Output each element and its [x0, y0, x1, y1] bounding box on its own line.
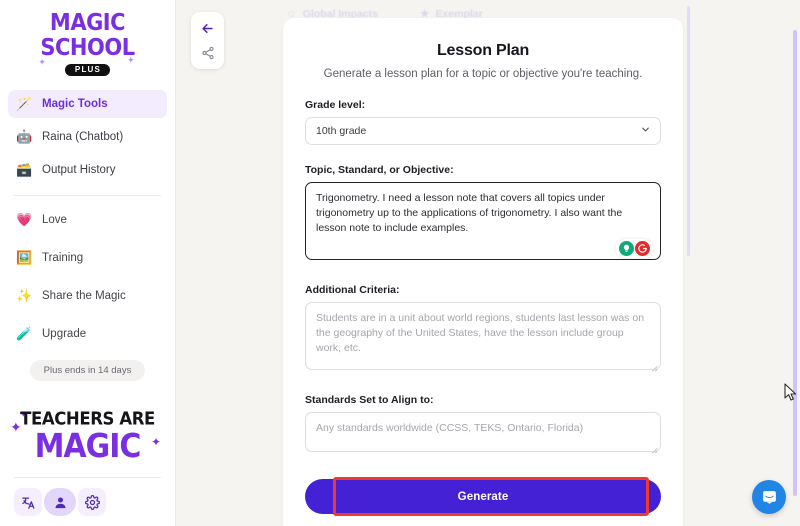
- standards-field: Standards Set to Align to:: [305, 394, 661, 457]
- grade-level-field: Grade level: 10th grade: [305, 99, 661, 145]
- sparkle-icon: ✨: [16, 288, 33, 303]
- logo-line-1: MAGIC: [49, 8, 126, 36]
- secondary-nav: 💗 Love 🖼️ Training ✨ Share the Magic 🧪 U…: [0, 206, 175, 358]
- sidebar-item-label: Upgrade: [42, 328, 87, 340]
- heart-icon: 💗: [16, 212, 33, 227]
- main-content: ☺ Global Impacts ★ Exemplar Lesson Plan …: [176, 0, 800, 526]
- grade-level-select[interactable]: 10th grade: [305, 117, 661, 145]
- topic-field: Topic, Standard, or Objective:: [305, 164, 661, 265]
- brand-logo[interactable]: ✦ ✦ MAGIC SCHOOL PLUS: [0, 0, 175, 86]
- page-title: Lesson Plan: [436, 42, 530, 59]
- lesson-plan-card: Lesson Plan Generate a lesson plan for a…: [283, 18, 683, 526]
- sidebar-item-training[interactable]: 🖼️ Training: [8, 244, 167, 272]
- footer-divider: [14, 477, 161, 478]
- additional-criteria-label: Additional Criteria:: [305, 284, 400, 296]
- chat-smile-icon: [764, 495, 774, 498]
- additional-criteria-input[interactable]: [305, 302, 661, 370]
- teachers-are-magic-promo: ✦ ✦ ✦ TEACHERS ARE MAGIC: [0, 408, 175, 466]
- sidebar-item-raina-chatbot[interactable]: 🤖 Raina (Chatbot): [8, 123, 167, 151]
- editor-assistant-badges: [616, 239, 653, 258]
- app-root: ✦ ✦ MAGIC SCHOOL PLUS 🪄 Magic Tools 🤖 Ra…: [0, 0, 800, 526]
- account-icon[interactable]: [44, 488, 76, 516]
- generate-button[interactable]: Generate: [305, 479, 661, 514]
- sidebar-item-label: Share the Magic: [42, 290, 126, 302]
- sidebar-item-label: Training: [42, 252, 84, 264]
- sidebar-item-label: Output History: [42, 164, 116, 176]
- page-scrollbar[interactable]: [792, 0, 798, 526]
- sidebar-divider: [14, 195, 161, 196]
- plus-expiry-badge: Plus ends in 14 days: [29, 360, 146, 381]
- settings-gear-icon[interactable]: [78, 488, 106, 516]
- additional-criteria-field: Additional Criteria:: [305, 284, 661, 375]
- grammarly-icon[interactable]: [635, 241, 650, 256]
- generate-button-wrap: Generate: [305, 477, 661, 516]
- sidebar-item-magic-tools[interactable]: 🪄 Magic Tools: [8, 90, 167, 118]
- logo-line-2: SCHOOL: [40, 33, 135, 61]
- standards-input[interactable]: [305, 412, 661, 452]
- easel-icon: 🖼️: [16, 250, 33, 265]
- lightbulb-suggestion-icon[interactable]: [619, 241, 634, 256]
- sidebar-item-love[interactable]: 💗 Love: [8, 206, 167, 234]
- page-subtitle: Generate a lesson plan for a topic or ob…: [323, 68, 643, 80]
- translate-icon[interactable]: [14, 488, 42, 516]
- sidebar-footer: [0, 477, 175, 526]
- sidebar-item-label: Raina (Chatbot): [42, 131, 124, 143]
- promo-line-1: TEACHERS ARE: [20, 408, 155, 429]
- plus-badge-wrap: Plus ends in 14 days: [0, 360, 175, 381]
- topic-input[interactable]: [305, 182, 661, 260]
- share-icon[interactable]: [198, 43, 218, 63]
- sidebar-item-share-the-magic[interactable]: ✨ Share the Magic: [8, 282, 167, 310]
- sidebar-item-label: Love: [42, 214, 67, 226]
- promo-line-2: MAGIC: [34, 427, 142, 466]
- standards-label: Standards Set to Align to:: [305, 394, 434, 406]
- nav-action-card: [191, 12, 224, 69]
- chat-widget-button[interactable]: [752, 480, 786, 514]
- potion-icon: 🧪: [16, 326, 33, 341]
- magic-wand-icon: 🪄: [16, 96, 33, 111]
- page-scrollbar-thumb[interactable]: [793, 30, 797, 496]
- sidebar-item-label: Magic Tools: [42, 98, 108, 110]
- sidebar-item-output-history[interactable]: 🗃️ Output History: [8, 156, 167, 184]
- back-arrow-icon[interactable]: [198, 18, 218, 38]
- card-scrollbar-thumb[interactable]: [687, 6, 690, 256]
- sidebar-item-upgrade[interactable]: 🧪 Upgrade: [8, 320, 167, 348]
- grade-level-label: Grade level:: [305, 99, 366, 111]
- primary-nav: 🪄 Magic Tools 🤖 Raina (Chatbot) 🗃️ Outpu…: [0, 86, 175, 189]
- robot-icon: 🤖: [16, 129, 33, 144]
- topic-label: Topic, Standard, or Objective:: [305, 164, 454, 176]
- archive-icon: 🗃️: [16, 162, 33, 177]
- logo-plus-badge: PLUS: [64, 64, 111, 76]
- sidebar: ✦ ✦ MAGIC SCHOOL PLUS 🪄 Magic Tools 🤖 Ra…: [0, 0, 176, 526]
